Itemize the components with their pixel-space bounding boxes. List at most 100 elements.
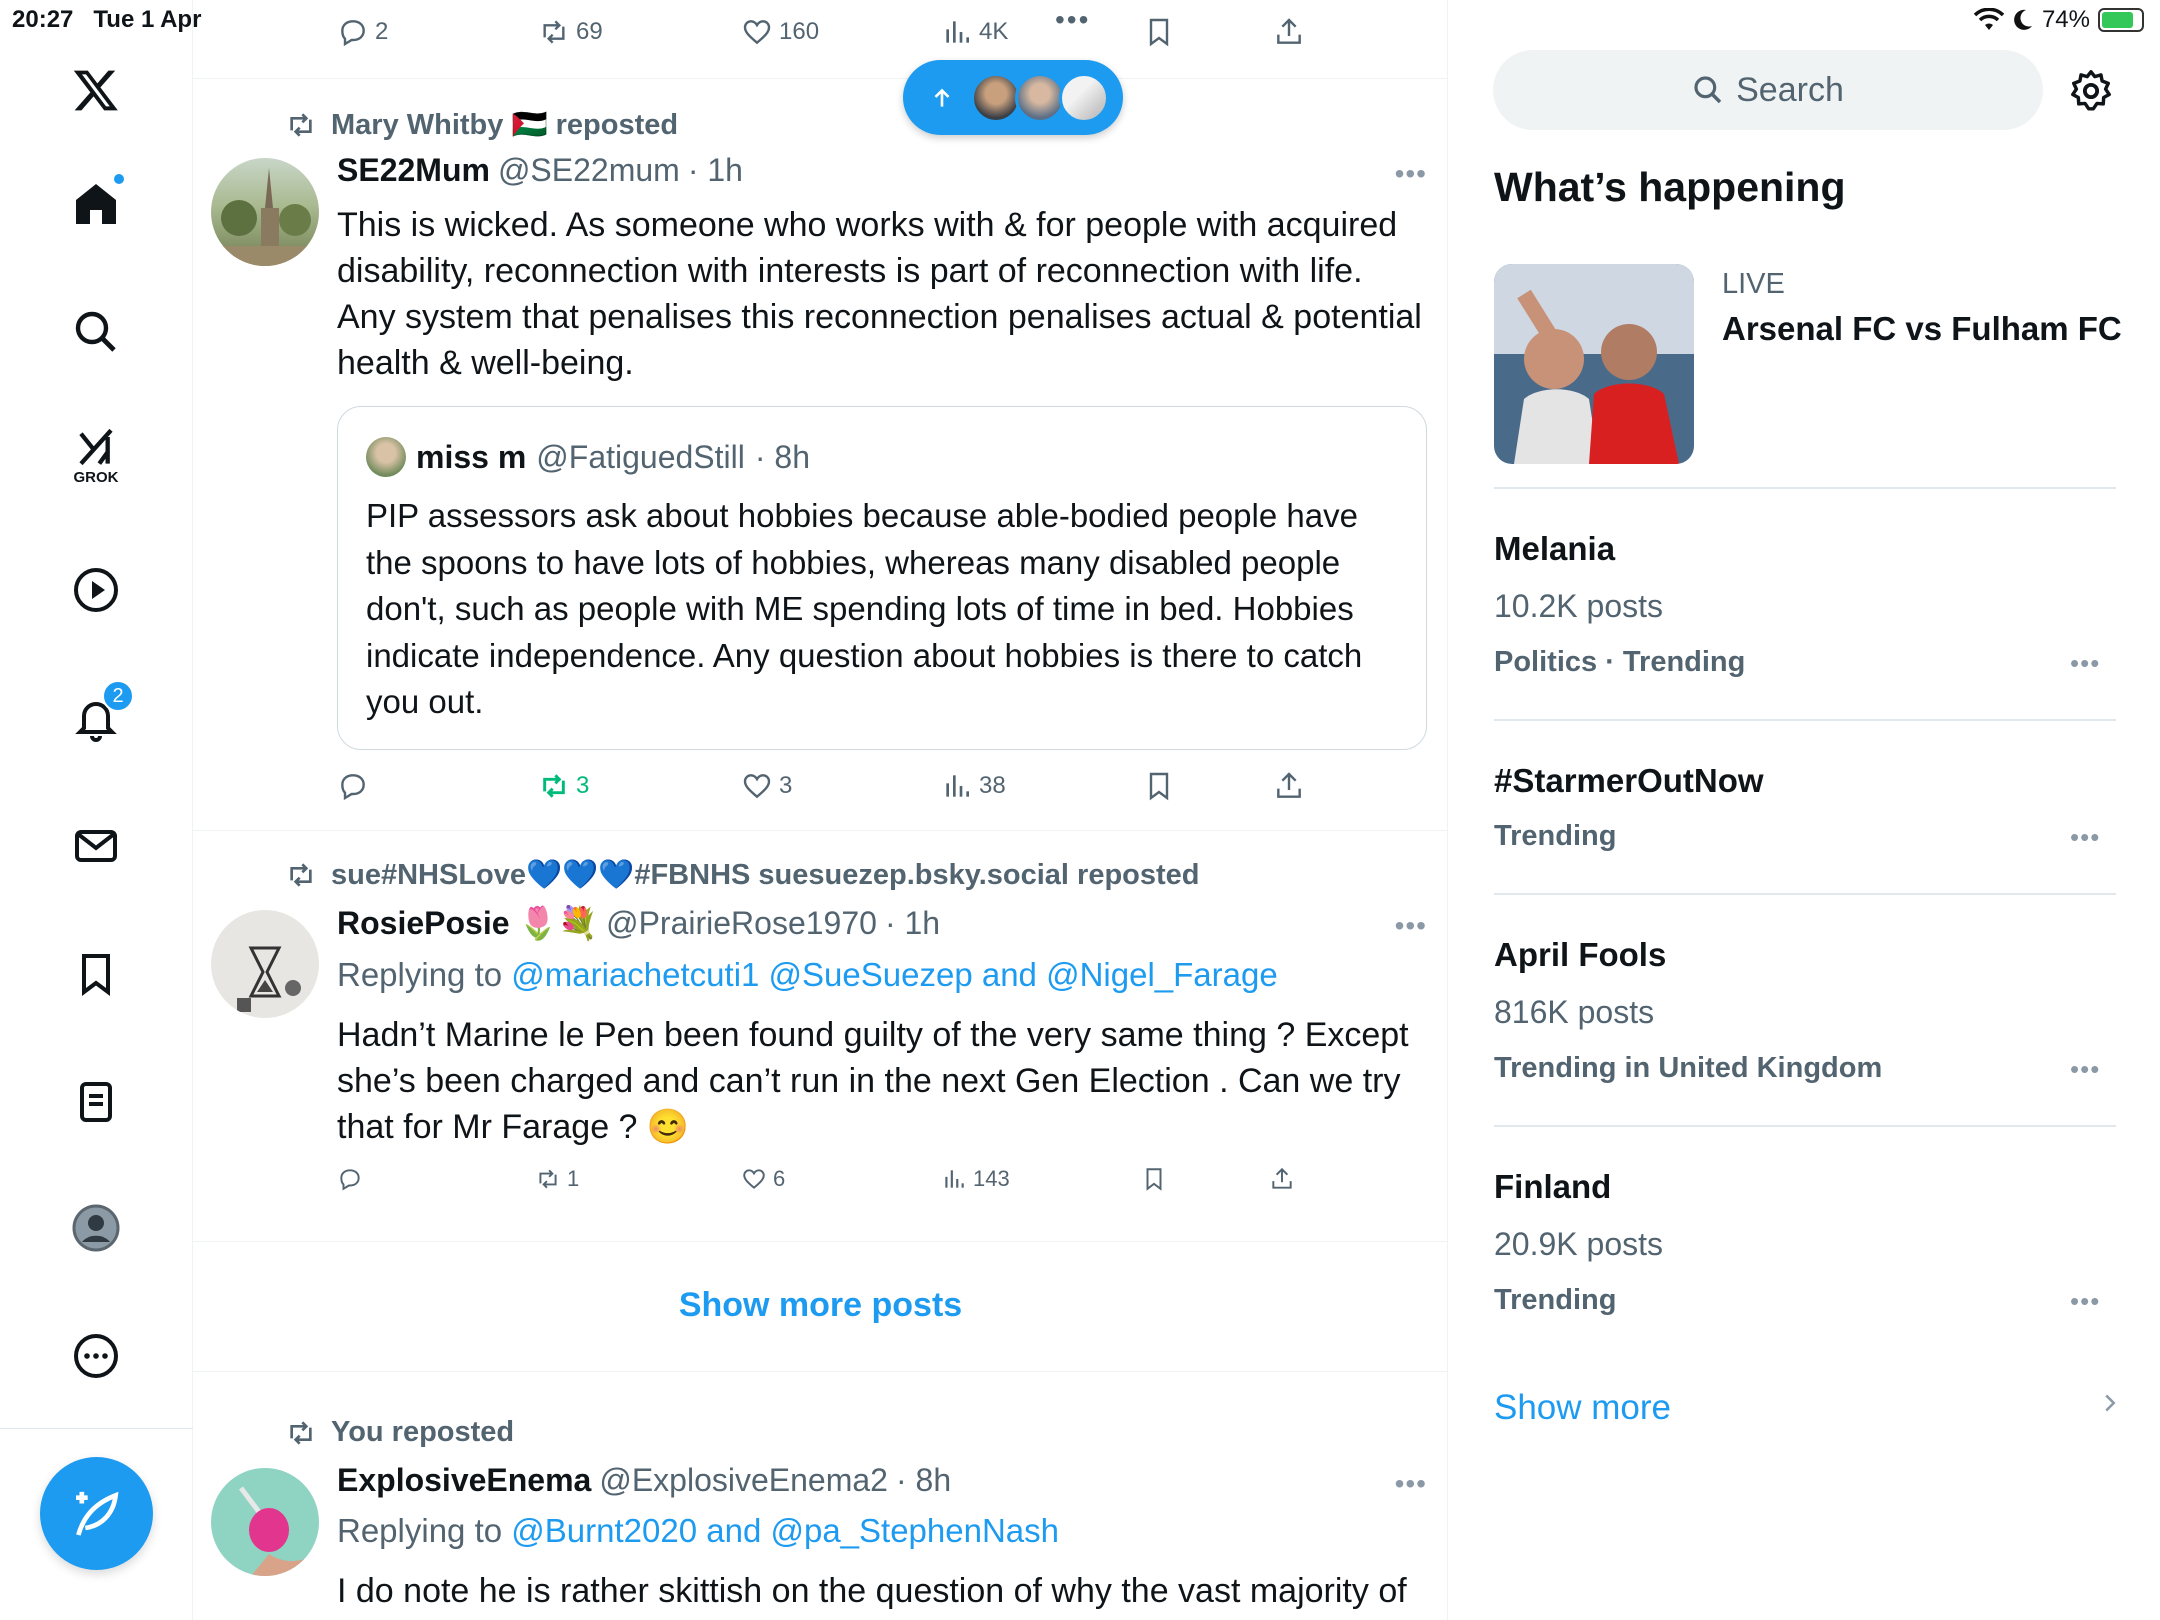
author-handle[interactable]: @ExplosiveEnema2: [599, 1462, 888, 1499]
right-sidebar: Search What’s happening LIVE Arsenal FC …: [1448, 0, 2160, 1620]
trend-more-button[interactable]: •••: [2070, 648, 2100, 679]
bookmark-button[interactable]: [1143, 770, 1175, 802]
search-placeholder: Search: [1736, 70, 1844, 109]
trend-more-button[interactable]: •••: [2070, 1286, 2100, 1317]
quoted-post-header: miss m @FatiguedStill · 8h: [366, 437, 810, 477]
settings-gear-icon[interactable]: [2068, 68, 2114, 114]
live-event-title[interactable]: Arsenal FC vs Fulham FC: [1722, 310, 2122, 348]
nav-grok[interactable]: GROK: [56, 416, 136, 496]
repost-button[interactable]: 1: [535, 1166, 579, 1192]
nav-explore[interactable]: [56, 292, 136, 372]
show-more-posts-link[interactable]: Show more posts: [193, 1286, 1447, 1325]
football-players-image: [1494, 264, 1694, 464]
nav-video[interactable]: [56, 550, 136, 630]
replying-to-links[interactable]: @Burnt2020 and @pa_StephenNash: [511, 1512, 1059, 1549]
nav-divider: [0, 1428, 193, 1429]
reposted-by: Mary Whitby 🇵🇸 reposted: [285, 108, 678, 142]
bookmark-icon: [1149, 772, 1169, 801]
repost-button[interactable]: 3: [538, 770, 589, 802]
post-separator: [193, 1371, 1447, 1372]
show-more-trends-link[interactable]: Show more: [1494, 1388, 1671, 1428]
author-name[interactable]: RosiePosie 🌷💐: [337, 904, 598, 942]
new-post-avatar: [1015, 72, 1065, 123]
share-icon: [1277, 18, 1301, 44]
chevron-right-icon: [2105, 1394, 2116, 1412]
nav-home[interactable]: [56, 164, 136, 244]
search-icon: [1694, 76, 1722, 104]
author-name[interactable]: ExplosiveEnema: [337, 1462, 591, 1499]
author-handle[interactable]: @PrairieRose1970: [606, 905, 877, 942]
trend-separator: [1494, 719, 2116, 721]
compose-button[interactable]: [40, 1457, 153, 1570]
avatar[interactable]: [211, 1468, 319, 1576]
trend-category: Trending: [1494, 1284, 1617, 1316]
share-icon: [1277, 772, 1301, 798]
trend-post-count: 816K posts: [1494, 994, 1655, 1030]
x-logo-icon[interactable]: [56, 50, 136, 130]
repost-button[interactable]: 69: [538, 16, 603, 48]
search-icon: [75, 311, 116, 352]
nav-messages[interactable]: [56, 806, 136, 886]
share-button[interactable]: [1269, 1166, 1295, 1192]
share-button[interactable]: [1273, 770, 1305, 802]
author-name[interactable]: SE22Mum: [337, 152, 490, 189]
views-button[interactable]: 38: [941, 770, 1006, 802]
repost-icon: [290, 1420, 312, 1445]
post-text: This is wicked. As someone who works wit…: [337, 206, 1422, 382]
like-button[interactable]: 160: [741, 16, 819, 48]
reply-button[interactable]: [337, 1166, 363, 1192]
post-actions: 1 6 143: [193, 1166, 1447, 1210]
share-button[interactable]: [1273, 16, 1305, 48]
quoted-author-handle: @FatiguedStill: [536, 438, 745, 475]
repost-icon: [539, 1169, 557, 1189]
trend-name[interactable]: #StarmerOutNow: [1494, 762, 1764, 800]
trend-name[interactable]: Finland: [1494, 1168, 1611, 1206]
nav-more[interactable]: [56, 1316, 136, 1396]
reply-button[interactable]: 2: [337, 16, 388, 48]
notifications-badge: 2: [102, 680, 134, 712]
repost-icon: [290, 113, 312, 137]
author-handle[interactable]: @SE22mum: [498, 152, 680, 189]
live-event-image[interactable]: [1494, 264, 1694, 464]
post-time[interactable]: · 8h: [896, 1462, 951, 1499]
more-options-button[interactable]: •••: [1055, 4, 1090, 36]
post-more-button[interactable]: •••: [1395, 910, 1427, 942]
views-button[interactable]: 4K: [941, 16, 1008, 48]
compose-feather-icon: [75, 1491, 118, 1536]
arrow-up-icon: [934, 88, 950, 107]
nav-lists[interactable]: [56, 1062, 136, 1142]
nav-bookmarks[interactable]: [56, 934, 136, 1014]
views-button[interactable]: 143: [941, 1166, 1010, 1192]
post-time[interactable]: · 1h: [885, 905, 940, 942]
nav-notifications[interactable]: 2: [56, 678, 136, 758]
like-button[interactable]: 6: [741, 1166, 785, 1192]
trend-name[interactable]: April Fools: [1494, 936, 1666, 974]
quoted-post-time: · 8h: [754, 438, 810, 475]
like-button[interactable]: 3: [741, 770, 792, 802]
post-more-button[interactable]: •••: [1395, 158, 1427, 190]
repost-icon: [543, 20, 565, 44]
trend-more-button[interactable]: •••: [2070, 1054, 2100, 1085]
avatar[interactable]: [211, 910, 319, 1018]
new-posts-pill[interactable]: [903, 60, 1123, 135]
search-input[interactable]: Search: [1493, 50, 2043, 130]
reposted-by: sue#NHSLove💙💙💙#FBNHS suesuezep.bsky.soci…: [285, 858, 1200, 892]
post-more-button[interactable]: •••: [1395, 1468, 1427, 1500]
bookmark-button[interactable]: [1141, 1166, 1167, 1192]
quoted-post[interactable]: miss m @FatiguedStill · 8h PIP assessors…: [337, 406, 1427, 750]
heart-icon: [743, 20, 771, 45]
post-separator: [193, 830, 1447, 831]
trend-name[interactable]: Melania: [1494, 530, 1615, 568]
bookmark-button[interactable]: [1143, 16, 1175, 48]
post-time[interactable]: · 1h: [688, 152, 743, 189]
home-icon: [76, 184, 116, 224]
replying-to-links[interactable]: @mariachetcuti1 @SueSuezep and @Nigel_Fa…: [511, 956, 1277, 993]
trend-more-button[interactable]: •••: [2070, 822, 2100, 853]
quoted-avatar: [366, 437, 406, 477]
avatar[interactable]: [211, 158, 319, 266]
more-circle-icon: [74, 1334, 118, 1378]
reply-button[interactable]: [337, 770, 369, 802]
nav-profile[interactable]: [56, 1188, 136, 1268]
live-label: LIVE: [1722, 268, 1785, 300]
views-chart-icon: [946, 775, 969, 797]
